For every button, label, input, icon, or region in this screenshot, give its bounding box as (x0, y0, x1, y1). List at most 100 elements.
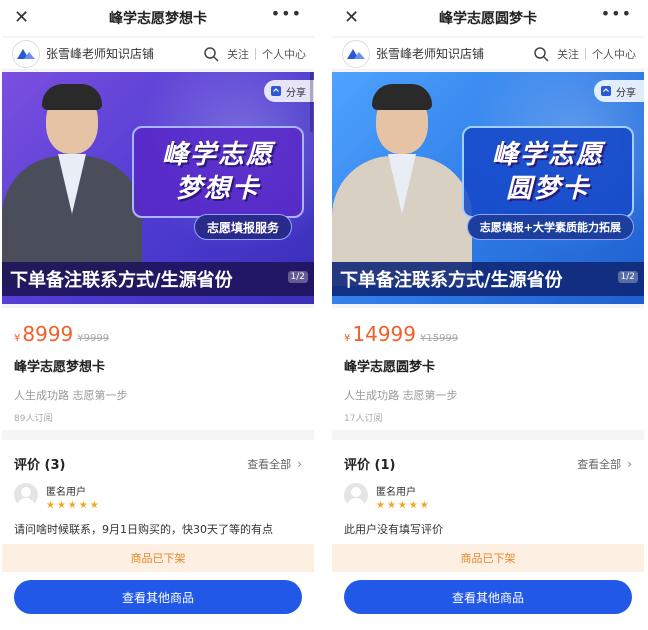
close-icon[interactable]: ✕ (14, 6, 29, 30)
off-shelf-notice: 商品已下架 (332, 544, 644, 572)
banner-strip: 下单备注联系方式/生源省份 1/2 (2, 262, 314, 296)
chevron-right-icon: › (297, 456, 302, 471)
review-text: 请问啥时候联系，9月1日购买的，快30天了等的有点 (14, 523, 273, 536)
presenter-hair (42, 84, 102, 110)
chevron-right-icon: › (627, 456, 632, 471)
reviews-title: 评价 (3) (14, 458, 66, 473)
view-all-label: 查看全部 (577, 457, 622, 471)
reviewer-name: 匿名用户 (46, 487, 86, 498)
banner-strip-text: 下单备注联系方式/生源省份 (340, 270, 563, 291)
star-rating: ★★★★★ (46, 500, 101, 511)
price-currency: ¥ (14, 333, 21, 344)
view-all-label: 查看全部 (247, 457, 292, 471)
review-item: 匿名用户 ★★★★★ (344, 483, 632, 511)
view-other-products-button[interactable]: 查看其他商品 (344, 580, 632, 614)
headline-line-2: 圆梦卡 (505, 174, 590, 204)
off-shelf-notice: 商品已下架 (2, 544, 314, 572)
shop-logo[interactable] (12, 39, 40, 68)
profile-center-link[interactable]: 个人中心 (592, 46, 636, 62)
subscriber-count: 89人订阅 (14, 414, 53, 424)
avatar (14, 483, 38, 507)
price-currency: ¥ (344, 333, 351, 344)
product-info: ¥ 8999 ¥9999 峰学志愿梦想卡 人生成功路 志愿第一步 89人订阅 (2, 308, 314, 430)
banner-strip: 下单备注联系方式/生源省份 1/2 (332, 262, 644, 296)
bottom-bar: 查看其他商品 (2, 572, 314, 630)
shop-actions: 关注 个人中心 (533, 38, 636, 70)
presenter-photo (2, 84, 142, 286)
product-banner[interactable]: 分享 峰学志愿 梦想卡 志愿填报服务 下单备注联系方式/生源省份 1/2 (2, 72, 314, 304)
original-price: ¥9999 (77, 333, 110, 344)
reviews-header: 评价 (1) 查看全部 › (344, 454, 632, 474)
share-label: 分享 (286, 87, 306, 99)
reviews-section: 评价 (1) 查看全部 › 匿名用户 ★★★★★ 此用户没有填写评价 (332, 440, 644, 550)
divider (255, 48, 256, 60)
shop-bar: 张雪峰老师知识店铺 关注 个人中心 (2, 38, 314, 70)
shop-logo[interactable] (342, 39, 370, 68)
product-screen-right: ✕ 峰学志愿圆梦卡 ••• 张雪峰老师知识店铺 关注 个人中心 分享 峰学志愿 (332, 0, 644, 630)
share-icon (601, 86, 611, 96)
share-label: 分享 (616, 87, 636, 99)
price-row: ¥ 8999 ¥9999 (14, 322, 302, 346)
product-banner[interactable]: 分享 峰学志愿 圆梦卡 志愿填报+大学素质能力拓展 下单备注联系方式/生源省份 … (332, 72, 644, 304)
original-price: ¥15999 (420, 333, 459, 344)
product-description: 人生成功路 志愿第一步 (344, 389, 458, 402)
presenter-hair (372, 84, 432, 110)
shop-actions: 关注 个人中心 (203, 38, 306, 70)
shop-logo-mark (17, 48, 35, 59)
product-name: 峰学志愿圆梦卡 (344, 360, 436, 375)
search-icon[interactable] (533, 46, 549, 62)
banner-subtag: 志愿填报+大学素质能力拓展 (466, 214, 634, 240)
share-button[interactable]: 分享 (594, 80, 644, 102)
reviewer-meta: 匿名用户 ★★★★★ (376, 483, 431, 511)
image-counter-badge: 1/2 (617, 271, 638, 283)
star-rating: ★★★★★ (376, 500, 431, 511)
share-button[interactable]: 分享 (264, 80, 314, 102)
follow-button[interactable]: 关注 (557, 46, 579, 62)
title-bar: ✕ 峰学志愿梦想卡 ••• (2, 0, 314, 36)
title-bar: ✕ 峰学志愿圆梦卡 ••• (332, 0, 644, 36)
shop-bar: 张雪峰老师知识店铺 关注 个人中心 (332, 38, 644, 70)
divider (585, 48, 586, 60)
review-item: 匿名用户 ★★★★★ (14, 483, 302, 511)
follow-button[interactable]: 关注 (227, 46, 249, 62)
reviews-header: 评价 (3) 查看全部 › (14, 454, 302, 474)
shop-name[interactable]: 张雪峰老师知识店铺 (46, 45, 154, 62)
page-title: 峰学志愿梦想卡 (109, 11, 207, 27)
shop-logo-mark (347, 48, 365, 59)
scrollbar[interactable] (310, 72, 313, 132)
subscriber-count: 17人订阅 (344, 414, 383, 424)
view-all-reviews-link[interactable]: 查看全部 › (247, 456, 302, 472)
profile-center-link[interactable]: 个人中心 (262, 46, 306, 62)
price: 14999 (352, 322, 416, 346)
product-screen-left: ✕ 峰学志愿梦想卡 ••• 张雪峰老师知识店铺 关注 个人中心 分享 峰学志愿 (2, 0, 314, 630)
headline-line-2: 梦想卡 (175, 174, 260, 204)
headline-line-1: 峰学志愿 (491, 140, 604, 170)
search-icon[interactable] (203, 46, 219, 62)
review-text: 此用户没有填写评价 (344, 523, 443, 536)
reviewer-name: 匿名用户 (376, 487, 416, 498)
reviews-title: 评价 (1) (344, 458, 396, 473)
shop-name[interactable]: 张雪峰老师知识店铺 (376, 45, 484, 62)
view-all-reviews-link[interactable]: 查看全部 › (577, 456, 632, 472)
product-name: 峰学志愿梦想卡 (14, 360, 106, 375)
more-icon[interactable]: ••• (601, 4, 632, 23)
more-icon[interactable]: ••• (271, 4, 302, 23)
presenter-photo (332, 84, 472, 286)
banner-subtag: 志愿填报服务 (193, 214, 292, 240)
product-info: ¥ 14999 ¥15999 峰学志愿圆梦卡 人生成功路 志愿第一步 17人订阅 (332, 308, 644, 430)
banner-headline: 峰学志愿 圆梦卡 (462, 126, 634, 218)
banner-headline: 峰学志愿 梦想卡 (132, 126, 304, 218)
close-icon[interactable]: ✕ (344, 6, 359, 30)
reviewer-meta: 匿名用户 ★★★★★ (46, 483, 101, 511)
bottom-bar: 查看其他商品 (332, 572, 644, 630)
price: 8999 (22, 322, 74, 346)
view-other-products-button[interactable]: 查看其他商品 (14, 580, 302, 614)
share-icon (271, 86, 281, 96)
product-description: 人生成功路 志愿第一步 (14, 389, 128, 402)
price-row: ¥ 14999 ¥15999 (344, 322, 632, 346)
page-title: 峰学志愿圆梦卡 (439, 11, 537, 27)
reviews-section: 评价 (3) 查看全部 › 匿名用户 ★★★★★ 请问啥时候联系，9月1日购买的… (2, 440, 314, 550)
image-counter-badge: 1/2 (287, 271, 308, 283)
headline-line-1: 峰学志愿 (161, 140, 274, 170)
banner-strip-text: 下单备注联系方式/生源省份 (10, 270, 233, 291)
